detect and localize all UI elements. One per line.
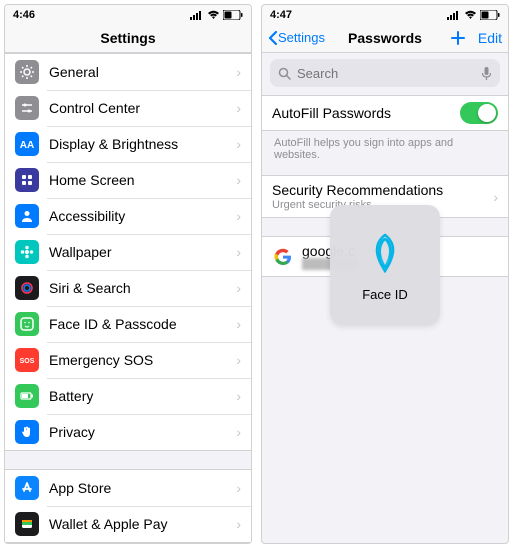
row-label: Display & Brightness — [49, 136, 232, 152]
grid-icon — [15, 168, 39, 192]
chevron-right-icon: › — [236, 388, 241, 404]
row-label: Privacy — [49, 424, 232, 440]
settings-row-wallet-apple-pay[interactable]: Wallet & Apple Pay› — [5, 506, 251, 542]
chevron-right-icon: › — [236, 172, 241, 188]
search-input[interactable] — [297, 66, 475, 81]
svg-text:AA: AA — [20, 140, 34, 151]
chevron-right-icon: › — [493, 189, 498, 205]
settings-list[interactable]: General›Control Center›AADisplay & Brigh… — [5, 53, 251, 543]
search-field[interactable] — [270, 59, 500, 87]
settings-row-siri-search[interactable]: Siri & Search› — [5, 270, 251, 306]
back-label: Settings — [278, 30, 325, 45]
row-label: Emergency SOS — [49, 352, 232, 368]
autofill-note: AutoFill helps you sign into apps and we… — [262, 133, 508, 161]
hand-icon — [15, 420, 39, 444]
nav-bar: Settings — [5, 23, 251, 53]
settings-row-wallpaper[interactable]: Wallpaper› — [5, 234, 251, 270]
settings-screen: 4:46 Settings General›Control Center›AAD… — [4, 4, 252, 544]
status-bar: 4:47 — [262, 5, 508, 23]
search-icon — [278, 67, 291, 80]
chevron-right-icon: › — [236, 244, 241, 260]
chevron-right-icon: › — [236, 100, 241, 116]
appstore-icon — [15, 476, 39, 500]
chevron-right-icon: › — [236, 480, 241, 496]
settings-row-face-id-passcode[interactable]: Face ID & Passcode› — [5, 306, 251, 342]
gear-icon — [15, 60, 39, 84]
chevron-right-icon: › — [236, 352, 241, 368]
row-label: Accessibility — [49, 208, 232, 224]
svg-text:SOS: SOS — [20, 358, 35, 365]
row-label: Wallet & Apple Pay — [49, 516, 232, 532]
faceid-icon — [15, 312, 39, 336]
faceid-modal: Face ID — [330, 205, 440, 325]
faceid-label: Face ID — [362, 287, 408, 302]
passwords-screen: 4:47 Settings Passwords Edit — [261, 4, 509, 544]
status-time: 4:47 — [270, 9, 292, 21]
autofill-row[interactable]: AutoFill Passwords — [262, 96, 508, 130]
nav-bar: Settings Passwords Edit — [262, 23, 508, 53]
row-label: App Store — [49, 480, 232, 496]
settings-row-control-center[interactable]: Control Center› — [5, 90, 251, 126]
settings-row-emergency-sos[interactable]: SOS Emergency SOS› — [5, 342, 251, 378]
aa-icon: AA — [15, 132, 39, 156]
status-time: 4:46 — [13, 9, 35, 21]
chevron-left-icon — [268, 30, 278, 46]
chevron-right-icon: › — [236, 208, 241, 224]
chevron-right-icon: › — [236, 424, 241, 440]
row-label: Control Center — [49, 100, 232, 116]
battery-icon — [223, 10, 243, 20]
row-label: Face ID & Passcode — [49, 316, 232, 332]
settings-row-general[interactable]: General› — [5, 54, 251, 90]
signal-icon — [190, 10, 204, 20]
battery-icon — [480, 10, 500, 20]
settings-row-home-screen[interactable]: Home Screen› — [5, 162, 251, 198]
row-label: Siri & Search — [49, 280, 232, 296]
settings-row-accessibility[interactable]: Accessibility› — [5, 198, 251, 234]
row-label: General — [49, 64, 232, 80]
signal-icon — [447, 10, 461, 20]
chevron-right-icon: › — [236, 316, 241, 332]
wifi-icon — [207, 10, 220, 20]
flower-icon — [15, 240, 39, 264]
status-icons — [190, 10, 243, 20]
chevron-right-icon: › — [236, 136, 241, 152]
status-bar: 4:46 — [5, 5, 251, 23]
sos-icon: SOS — [15, 348, 39, 372]
sliders-icon — [15, 96, 39, 120]
page-title: Passwords — [348, 30, 422, 46]
status-icons — [447, 10, 500, 20]
google-favicon — [274, 248, 292, 266]
battery-icon — [15, 384, 39, 408]
person-icon — [15, 204, 39, 228]
siri-icon — [15, 276, 39, 300]
autofill-toggle[interactable] — [460, 102, 498, 124]
settings-row-privacy[interactable]: Privacy› — [5, 414, 251, 450]
chevron-right-icon: › — [236, 280, 241, 296]
settings-row-display-brightness[interactable]: AA Display & Brightness› — [5, 126, 251, 162]
row-label: Home Screen — [49, 172, 232, 188]
page-title: Settings — [100, 30, 155, 46]
settings-row-battery[interactable]: Battery› — [5, 378, 251, 414]
add-button[interactable] — [450, 30, 466, 46]
row-label: Wallpaper — [49, 244, 232, 260]
mic-icon[interactable] — [481, 66, 492, 81]
security-label: Security Recommendations — [272, 182, 489, 198]
wallet-icon — [15, 512, 39, 536]
wifi-icon — [464, 10, 477, 20]
settings-row-app-store[interactable]: App Store› — [5, 470, 251, 506]
back-button[interactable]: Settings — [268, 30, 325, 46]
row-label: Battery — [49, 388, 232, 404]
chevron-right-icon: › — [236, 64, 241, 80]
faceid-icon — [361, 229, 409, 277]
edit-button[interactable]: Edit — [478, 30, 502, 46]
autofill-label: AutoFill Passwords — [272, 105, 460, 121]
chevron-right-icon: › — [236, 516, 241, 532]
